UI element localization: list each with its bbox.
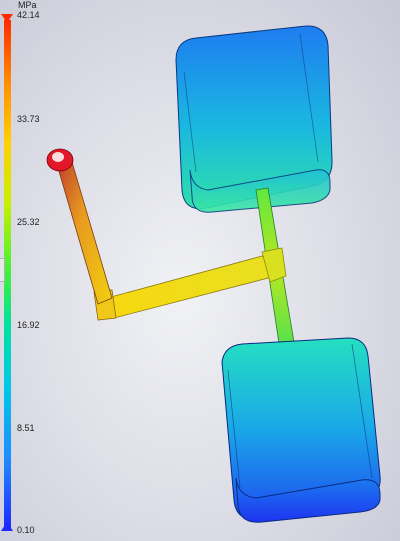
- sprue[interactable]: [46, 148, 113, 305]
- cavity-top[interactable]: [175, 25, 333, 213]
- cavity-bottom[interactable]: [221, 337, 381, 523]
- runner[interactable]: [93, 247, 287, 321]
- model-viewport[interactable]: [0, 0, 400, 541]
